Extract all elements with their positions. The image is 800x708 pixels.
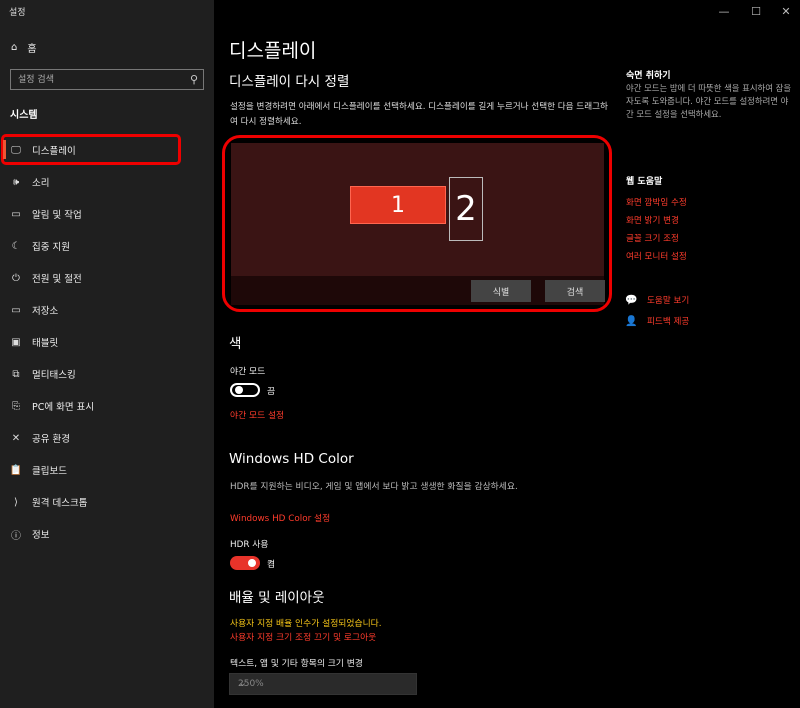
sleep-description: 야간 모드는 밤에 더 따뜻한 색을 표시하여 잠을 자도록 도와줍니다. 야간… bbox=[626, 83, 792, 119]
info-icon: ⓘ bbox=[11, 530, 21, 542]
notification-icon: ▭ bbox=[11, 208, 21, 220]
chat-help-icon: 💬 bbox=[625, 294, 638, 306]
home-nav-item[interactable]: ⌂ 홈 bbox=[11, 40, 37, 55]
night-mode-toggle[interactable] bbox=[230, 383, 260, 397]
get-help-link[interactable]: 💬 도움말 보기 bbox=[625, 294, 690, 307]
monitor-icon: 🖵 bbox=[11, 144, 21, 156]
section-label-system: 시스템 bbox=[10, 110, 38, 121]
detect-button[interactable]: 검색 bbox=[545, 280, 605, 302]
sidebar-item-power[interactable]: ⏻ 전원 및 절전 bbox=[0, 263, 214, 293]
hdr-use-label: HDR 사용 bbox=[230, 540, 269, 550]
sidebar-item-info[interactable]: ⓘ 정보 bbox=[0, 519, 214, 549]
main-content: 디스플레이 디스플레이 다시 정렬 설정을 변경하려면 아래에서 디스플레이를 … bbox=[214, 0, 619, 708]
help-link-brightness[interactable]: 화면 밝기 변경 bbox=[626, 214, 679, 226]
hdr-settings-link[interactable]: Windows HD Color 설정 bbox=[230, 511, 330, 524]
get-help-label: 도움말 보기 bbox=[647, 296, 690, 306]
related-panel: 숙면 취하기 야간 모드는 밤에 더 따뜻한 색을 표시하여 잠을 자도록 도와… bbox=[619, 0, 800, 708]
home-label: 홈 bbox=[27, 44, 37, 55]
feedback-icon: 👤 bbox=[625, 315, 638, 327]
color-heading: 색 bbox=[229, 336, 242, 352]
home-icon: ⌂ bbox=[11, 42, 18, 53]
project-icon: ⎘ bbox=[12, 400, 20, 412]
custom-scale-warning: 사용자 지정 배율 인수가 설정되었습니다. bbox=[230, 619, 382, 629]
settings-search-box[interactable]: ⚲ bbox=[10, 69, 204, 90]
feedback-label: 피드백 제공 bbox=[647, 317, 690, 327]
search-icon[interactable]: ⚲ bbox=[190, 73, 198, 86]
storage-icon: ▭ bbox=[11, 304, 21, 316]
feedback-link[interactable]: 👤 피드백 제공 bbox=[625, 315, 690, 328]
sidebar-item-notification[interactable]: ▭ 알림 및 작업 bbox=[0, 199, 214, 229]
sidebar-item-shared[interactable]: ✕ 공유 환경 bbox=[0, 423, 214, 453]
night-mode-label: 야간 모드 bbox=[230, 367, 266, 377]
help-link-multi-monitor[interactable]: 여러 모니터 설정 bbox=[626, 250, 687, 262]
sleep-heading: 숙면 취하기 bbox=[626, 71, 671, 81]
remote-icon: ⟩ bbox=[14, 496, 18, 508]
sidebar-item-label: 소리 bbox=[32, 178, 50, 189]
scale-heading: 배율 및 레이아웃 bbox=[229, 590, 325, 606]
speaker-icon: 🕪 bbox=[12, 176, 20, 188]
sidebar-item-label: 저장소 bbox=[32, 306, 59, 317]
web-help-heading: 웹 도움말 bbox=[626, 177, 663, 187]
sidebar-item-label: 전원 및 절전 bbox=[32, 274, 82, 285]
help-link-flicker[interactable]: 화면 깜박임 수정 bbox=[626, 196, 687, 208]
monitor-1-tile[interactable]: 1 bbox=[350, 186, 446, 224]
hdr-heading: Windows HD Color bbox=[229, 451, 354, 467]
toggle-knob bbox=[248, 559, 256, 567]
night-mode-state: 끔 bbox=[267, 387, 276, 397]
custom-scale-off-link[interactable]: 사용자 지정 크기 조정 끄기 및 로그아웃 bbox=[230, 630, 376, 643]
toggle-knob bbox=[235, 386, 243, 394]
sidebar-item-label: 태블릿 bbox=[32, 338, 59, 349]
sidebar-item-remote[interactable]: ⟩ 원격 데스크톱 bbox=[0, 487, 214, 517]
power-icon: ⏻ bbox=[12, 272, 20, 284]
shared-icon: ✕ bbox=[11, 432, 21, 444]
hdr-toggle[interactable] bbox=[230, 556, 260, 570]
sidebar-item-storage[interactable]: ▭ 저장소 bbox=[0, 295, 214, 325]
page-title: 디스플레이 bbox=[229, 40, 317, 62]
search-input[interactable] bbox=[18, 72, 178, 87]
scale-label: 텍스트, 앱 및 기타 항목의 크기 변경 bbox=[230, 659, 363, 669]
sidebar-item-clipboard[interactable]: 📋 클립보드 bbox=[0, 455, 214, 485]
sidebar-item-label: PC에 화면 표시 bbox=[32, 402, 95, 413]
sidebar-item-multitask[interactable]: ⧉ 멀티태스킹 bbox=[0, 359, 214, 389]
hdr-use-state: 켬 bbox=[267, 560, 276, 570]
sidebar-item-label: 정보 bbox=[32, 530, 50, 541]
monitor-2-tile[interactable]: 2 bbox=[449, 177, 483, 241]
sidebar-item-label: 디스플레이 bbox=[32, 146, 76, 157]
sidebar: ⌂ 홈 ⚲ 시스템 🖵 디스플레이 🕪 소리 ▭ 알림 및 작업 ☾ 집중 지원 ⏻ 전원 및 절… bbox=[0, 0, 214, 708]
sidebar-item-label: 멀티태스킹 bbox=[32, 370, 76, 381]
sidebar-item-tablet[interactable]: ▣ 태블릿 bbox=[0, 327, 214, 357]
sidebar-item-speaker[interactable]: 🕪 소리 bbox=[0, 167, 214, 197]
help-link-font-size[interactable]: 글꼴 크기 조정 bbox=[626, 232, 679, 244]
sidebar-item-label: 공유 환경 bbox=[32, 434, 70, 445]
scale-dropdown[interactable]: 250% ⌄ bbox=[229, 673, 417, 695]
clipboard-icon: 📋 bbox=[9, 464, 23, 476]
sidebar-item-monitor[interactable]: 🖵 디스플레이 bbox=[0, 135, 214, 165]
sidebar-item-label: 클립보드 bbox=[32, 466, 67, 477]
sidebar-item-label: 원격 데스크톱 bbox=[32, 498, 88, 509]
moon-icon: ☾ bbox=[11, 240, 21, 252]
multitask-icon: ⧉ bbox=[12, 368, 20, 380]
rearrange-description: 설정을 변경하려면 아래에서 디스플레이를 선택하세요. 디스플레이를 길게 누… bbox=[230, 102, 608, 127]
sidebar-item-label: 알림 및 작업 bbox=[32, 210, 82, 221]
sidebar-item-moon[interactable]: ☾ 집중 지원 bbox=[0, 231, 214, 261]
hdr-description: HDR를 지원하는 비디오, 게임 및 앱에서 보다 밝고 생생한 화질을 감상… bbox=[230, 482, 518, 492]
app-title: 설정 bbox=[9, 8, 26, 18]
chevron-down-icon: ⌄ bbox=[238, 676, 248, 689]
sidebar-item-label: 집중 지원 bbox=[32, 242, 70, 253]
rearrange-heading: 디스플레이 다시 정렬 bbox=[229, 74, 350, 90]
sidebar-item-project[interactable]: ⎘ PC에 화면 표시 bbox=[0, 391, 214, 421]
night-mode-settings-link[interactable]: 야간 모드 설정 bbox=[230, 408, 284, 421]
tablet-icon: ▣ bbox=[11, 336, 21, 348]
identify-button[interactable]: 식별 bbox=[471, 280, 531, 302]
